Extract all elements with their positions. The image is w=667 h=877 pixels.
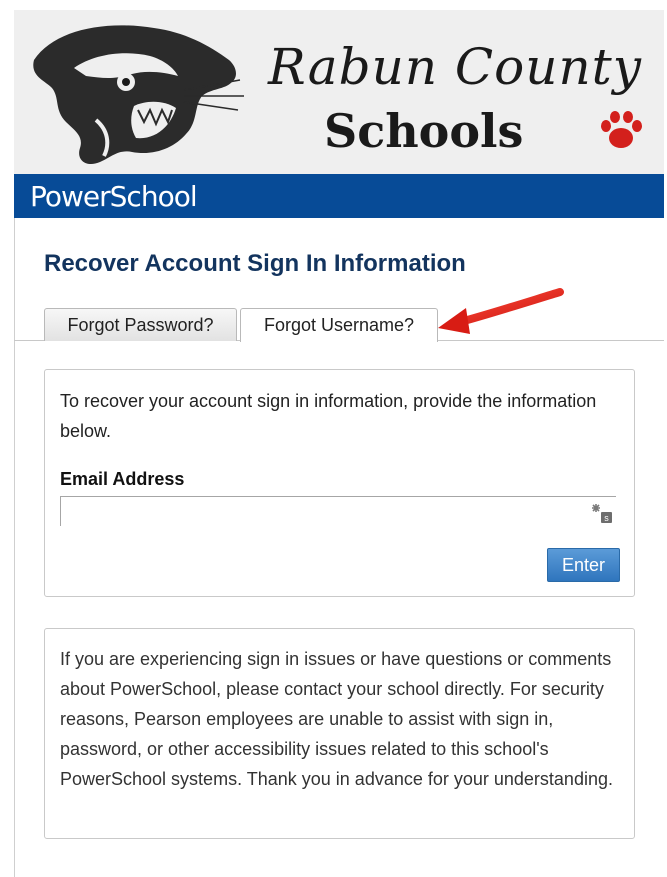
panther-head-icon xyxy=(33,25,244,165)
password-key-icon[interactable]: s xyxy=(592,502,614,524)
form-instructions: To recover your account sign in informat… xyxy=(60,391,597,441)
school-banner: Rabun County Schools xyxy=(14,10,664,174)
brand-name-script: Rabun County xyxy=(268,38,643,96)
email-field[interactable] xyxy=(60,496,616,526)
svg-text:s: s xyxy=(604,513,609,523)
app-title: PowerSchool xyxy=(30,180,198,213)
brand-name-schools: Schools xyxy=(324,104,524,158)
paw-print-icon xyxy=(601,111,642,148)
page-title: Recover Account Sign In Information xyxy=(44,250,466,277)
enter-button[interactable]: Enter xyxy=(547,548,620,582)
red-arrow-icon xyxy=(438,288,564,334)
email-label: Email Address xyxy=(60,469,185,489)
tab-forgot-password[interactable]: Forgot Password? xyxy=(44,308,237,341)
support-notice-text: If you are experiencing sign in issues o… xyxy=(60,649,613,789)
tab-forgot-username[interactable]: Forgot Username? xyxy=(240,308,438,342)
app-header-bar: PowerSchool xyxy=(14,174,664,218)
